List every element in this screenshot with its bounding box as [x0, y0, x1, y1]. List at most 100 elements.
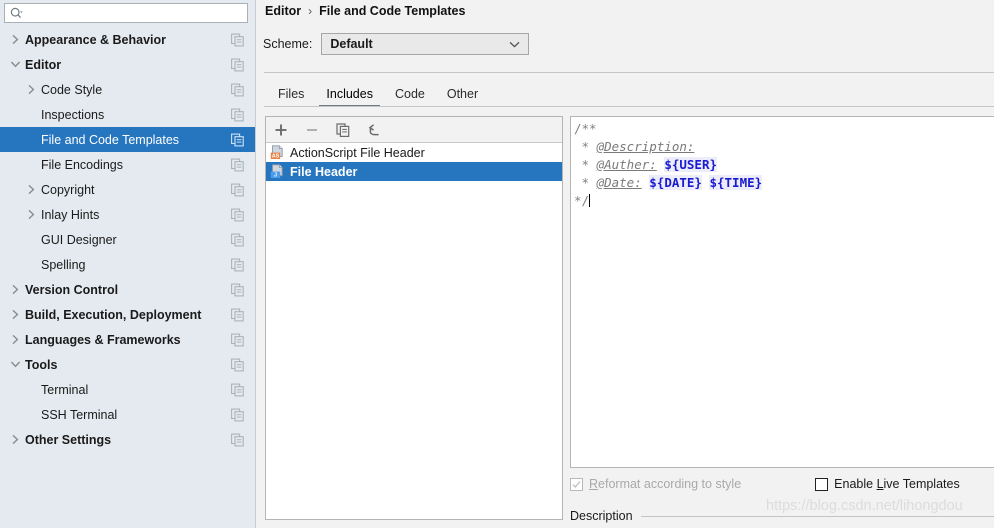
tab-label: Code [394, 87, 425, 101]
description-section: Description [570, 509, 994, 523]
tab-code[interactable]: Code [384, 87, 436, 107]
chevron-right-icon[interactable] [8, 27, 22, 52]
copy-settings-icon[interactable] [231, 33, 244, 46]
copy-settings-icon[interactable] [231, 283, 244, 296]
template-editor-content[interactable]: /** * @Description: * @Auther: ${USER} *… [571, 117, 994, 210]
search-input[interactable] [26, 5, 226, 21]
sidebar-item-label: SSH Terminal [41, 407, 118, 422]
tab-other[interactable]: Other [436, 87, 489, 107]
chevron-placeholder [24, 227, 38, 252]
live-templates-checkbox[interactable]: Enable Live Templates [815, 477, 960, 491]
reformat-label-rest: eformat according to style [598, 477, 742, 491]
reformat-mnemonic: R [589, 477, 599, 491]
sidebar-item-spelling[interactable]: Spelling [0, 252, 255, 277]
copy-settings-icon[interactable] [231, 208, 244, 221]
copy-settings-icon[interactable] [231, 383, 244, 396]
template-variable: ${TIME} [709, 175, 763, 190]
sidebar-item-label: GUI Designer [41, 232, 117, 247]
sidebar-item-version-control[interactable]: Version Control [0, 277, 255, 302]
copy-settings-icon[interactable] [231, 183, 244, 196]
minus-icon[interactable] [303, 121, 321, 139]
plus-icon[interactable] [272, 121, 290, 139]
copy-settings-icon[interactable] [231, 433, 244, 446]
chevron-down-icon[interactable] [8, 52, 22, 77]
chevron-placeholder [24, 377, 38, 402]
sidebar-item-label: Tools [25, 357, 58, 372]
template-list-item[interactable]: J File Header [266, 162, 562, 181]
code-line: */ [574, 192, 994, 210]
sidebar-item-label: Copyright [41, 182, 95, 197]
sidebar-item-label: File Encodings [41, 157, 123, 172]
tab-label: Includes [326, 87, 373, 101]
settings-dialog: Appearance & Behavior Editor Code Style Ins… [0, 0, 994, 528]
copy-settings-icon[interactable] [231, 108, 244, 121]
template-list-item[interactable]: AS ActionScript File Header [266, 143, 562, 162]
sidebar-item-copyright[interactable]: Copyright [0, 177, 255, 202]
chevron-placeholder [24, 127, 38, 152]
copy-settings-icon[interactable] [231, 333, 244, 346]
copy-settings-icon[interactable] [231, 58, 244, 71]
chevron-right-icon[interactable] [8, 327, 22, 352]
revert-icon[interactable] [365, 121, 383, 139]
sidebar-item-tools[interactable]: Tools [0, 352, 255, 377]
breadcrumb-parent[interactable]: Editor [265, 4, 301, 18]
template-tabs: Files Includes Code Other [267, 80, 489, 107]
sidebar-item-label: Version Control [25, 282, 119, 297]
breadcrumb-separator-icon: › [308, 4, 313, 18]
template-list-toolbar [266, 117, 562, 143]
scheme-row: Scheme: Default [263, 33, 530, 55]
sidebar-item-file-and-code-templates[interactable]: File and Code Templates [0, 127, 255, 152]
chevron-right-icon[interactable] [8, 427, 22, 452]
sidebar-item-file-encodings[interactable]: File Encodings [0, 152, 255, 177]
scheme-select[interactable]: Default [321, 33, 530, 55]
sidebar-item-editor[interactable]: Editor [0, 52, 255, 77]
settings-sidebar: Appearance & Behavior Editor Code Style Ins… [0, 0, 256, 528]
copy-settings-icon[interactable] [231, 233, 244, 246]
copy-icon[interactable] [334, 121, 352, 139]
reformat-checkbox[interactable]: Reformat according to style [570, 477, 741, 491]
tab-files[interactable]: Files [267, 87, 315, 107]
copy-settings-icon[interactable] [231, 308, 244, 321]
tab-label: Other [446, 87, 479, 101]
copy-settings-icon[interactable] [231, 133, 244, 146]
sidebar-item-other-settings[interactable]: Other Settings [0, 427, 255, 452]
sidebar-item-label: Appearance & Behavior [25, 32, 167, 47]
sidebar-item-build-execution-deployment[interactable]: Build, Execution, Deployment [0, 302, 255, 327]
copy-settings-icon[interactable] [231, 358, 244, 371]
file-template-icon: AS [270, 145, 285, 160]
chevron-right-icon[interactable] [24, 77, 38, 102]
template-editor[interactable]: /** * @Description: * @Auther: ${USER} *… [570, 116, 994, 468]
reformat-checkbox-box[interactable] [570, 477, 583, 491]
search-field[interactable] [4, 3, 248, 23]
template-list-panel: AS ActionScript File Header J File Header [265, 116, 563, 520]
copy-settings-icon[interactable] [231, 158, 244, 171]
copy-settings-icon[interactable] [231, 408, 244, 421]
live-templates-checkbox-box[interactable] [815, 477, 829, 491]
sidebar-item-gui-designer[interactable]: GUI Designer [0, 227, 255, 252]
svg-text:AS: AS [272, 154, 280, 160]
template-variable: ${DATE} [649, 175, 702, 190]
sidebar-item-inspections[interactable]: Inspections [0, 102, 255, 127]
copy-settings-icon[interactable] [231, 83, 244, 96]
tab-includes[interactable]: Includes [315, 87, 384, 107]
chevron-right-icon[interactable] [8, 277, 22, 302]
code-line: * @Date: ${DATE} ${TIME} [574, 174, 994, 192]
chevron-right-icon[interactable] [24, 202, 38, 227]
copy-settings-icon[interactable] [231, 258, 244, 271]
tabs-divider [264, 106, 994, 107]
chevron-right-icon[interactable] [24, 177, 38, 202]
sidebar-item-label: Terminal [41, 382, 89, 397]
sidebar-item-terminal[interactable]: Terminal [0, 377, 255, 402]
chevron-down-icon[interactable] [8, 352, 22, 377]
settings-tree: Appearance & Behavior Editor Code Style Ins… [0, 27, 255, 452]
sidebar-item-ssh-terminal[interactable]: SSH Terminal [0, 402, 255, 427]
sidebar-item-code-style[interactable]: Code Style [0, 77, 255, 102]
header-divider [264, 72, 994, 73]
chevron-right-icon[interactable] [8, 302, 22, 327]
sidebar-item-languages-frameworks[interactable]: Languages & Frameworks [0, 327, 255, 352]
code-line: * @Description: [574, 138, 994, 156]
live-templates-checkbox-label: Enable Live Templates [834, 477, 960, 491]
sidebar-item-appearance-behavior[interactable]: Appearance & Behavior [0, 27, 255, 52]
sidebar-item-inlay-hints[interactable]: Inlay Hints [0, 202, 255, 227]
javadoc-tag: @Auther: [596, 157, 657, 172]
